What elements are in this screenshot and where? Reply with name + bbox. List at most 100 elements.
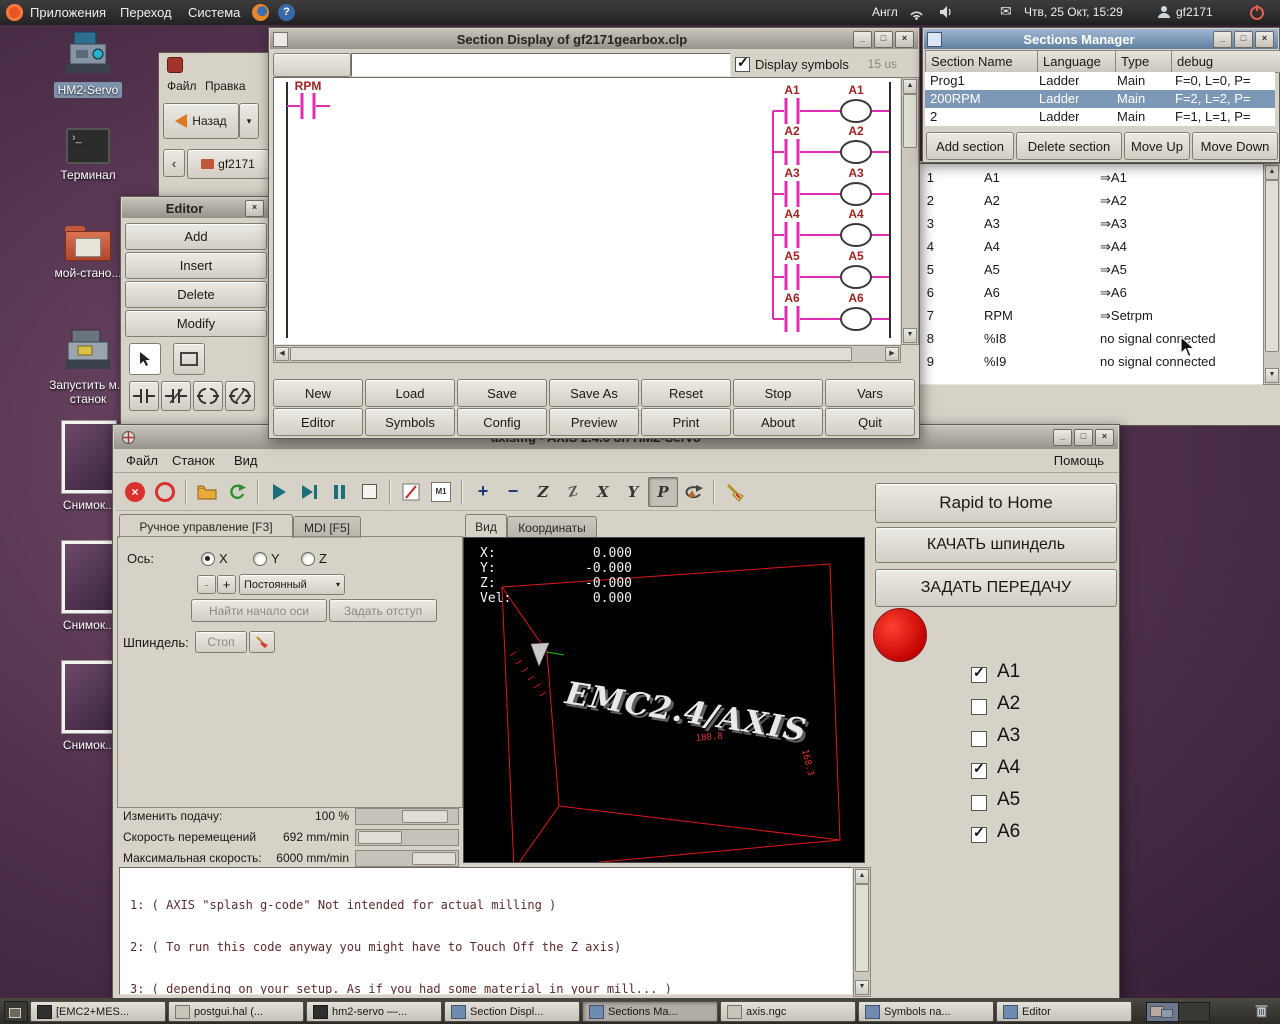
tab-preview[interactable]: Вид <box>465 514 507 538</box>
desktop-icon-hm2-servo[interactable]: HM2-Servo <box>38 28 138 98</box>
scroll-down-icon[interactable]: ▼ <box>1265 368 1279 383</box>
back-button[interactable]: Назад <box>163 103 239 139</box>
workspace-2[interactable] <box>1177 1003 1209 1021</box>
tool-coil-negated-button[interactable] <box>225 381 255 411</box>
scrollbar-thumb[interactable] <box>903 94 917 148</box>
spindle-stop-button[interactable]: Стоп <box>195 631 247 653</box>
view-top-icon[interactable]: Z <box>528 477 558 507</box>
column-header-language[interactable]: Language <box>1037 50 1122 73</box>
zoom-in-icon[interactable]: + <box>468 477 498 507</box>
maximize-icon[interactable]: □ <box>1234 30 1253 48</box>
checkbox-a1[interactable] <box>971 664 987 683</box>
taskbar-item-axis-ngc[interactable]: axis.ngc <box>720 1001 856 1022</box>
jog-plus-button[interactable]: + <box>217 575 236 594</box>
menu-system[interactable]: Система <box>188 5 240 20</box>
menu-machine[interactable]: Станок <box>172 453 215 468</box>
tool-coil-button[interactable] <box>193 381 223 411</box>
tab-mdi[interactable]: MDI [F5] <box>293 516 361 538</box>
symbols-row[interactable]: 7 RPM ⇒Setrpm <box>904 308 1264 331</box>
about-button[interactable]: About <box>733 408 823 436</box>
checkbox-a2[interactable] <box>971 699 987 715</box>
symbols-row[interactable]: 4 A4 ⇒A4 <box>904 239 1264 262</box>
maximize-icon[interactable]: □ <box>874 30 893 48</box>
print-button[interactable]: Print <box>641 408 731 436</box>
tab-dro[interactable]: Координаты <box>507 516 597 538</box>
clear-plot-icon[interactable] <box>720 477 750 507</box>
taskbar-item-postgui[interactable]: postgui.hal (... <box>168 1001 304 1022</box>
radio-axis-z[interactable] <box>301 552 315 566</box>
scroll-left-icon[interactable]: ◀ <box>275 347 289 361</box>
tool-contact-open-button[interactable] <box>129 381 159 411</box>
gcode-line[interactable]: 3: ( depending on your setup. As if you … <box>130 982 852 994</box>
reload-icon[interactable] <box>222 477 252 507</box>
ladder-hscrollbar[interactable]: ◀ ▶ <box>273 345 901 363</box>
vars-button[interactable]: Vars <box>825 379 915 407</box>
section-selector[interactable] <box>273 53 351 77</box>
taskbar-item-editor[interactable]: Editor <box>996 1001 1132 1022</box>
reset-button[interactable]: Reset <box>641 379 731 407</box>
menu-help[interactable]: Помощь <box>1054 453 1104 468</box>
workspace-1[interactable] <box>1147 1003 1178 1021</box>
sections-manager-titlebar[interactable]: Sections Manager _ □ × <box>924 29 1278 49</box>
scroll-up-icon[interactable]: ▲ <box>903 79 917 94</box>
load-button[interactable]: Load <box>365 379 455 407</box>
spindle-rock-button[interactable]: КАЧАТЬ шпиндель <box>875 527 1117 563</box>
editor-insert-button[interactable]: Insert <box>125 252 267 279</box>
trash-icon[interactable] <box>1254 1002 1270 1020</box>
close-icon[interactable]: × <box>1095 429 1114 446</box>
preview-button[interactable]: Preview <box>549 408 639 436</box>
close-icon[interactable]: × <box>245 199 264 217</box>
symbols-row[interactable]: 8 %I8 no signal connected <box>904 331 1264 354</box>
set-gear-button[interactable]: ЗАДАТЬ ПЕРЕДАЧУ <box>875 569 1117 607</box>
scroll-down-icon[interactable]: ▼ <box>903 328 917 343</box>
symbols-row[interactable]: 9 %I9 no signal connected <box>904 354 1264 377</box>
column-header-section-name[interactable]: Section Name <box>925 50 1044 73</box>
rotate-view-icon[interactable] <box>678 477 708 507</box>
new-button[interactable]: New <box>273 379 363 407</box>
save-as-button[interactable]: Save As <box>549 379 639 407</box>
config-button[interactable]: Config <box>457 408 547 436</box>
firefox-icon[interactable] <box>252 4 269 21</box>
power-icon[interactable] <box>1248 3 1266 21</box>
zoom-out-icon[interactable]: − <box>498 477 528 507</box>
history-prev-button[interactable]: ‹ <box>163 149 185 177</box>
clock[interactable]: Чтв, 25 Окт, 15:29 <box>1024 5 1123 19</box>
toggle-skip-lines-icon[interactable] <box>396 477 426 507</box>
tab-manual-control[interactable]: Ручное управление [F3] <box>119 514 293 538</box>
optional-stop-icon[interactable]: M1 <box>426 477 456 507</box>
network-icon[interactable] <box>908 4 925 21</box>
checkbox-a4[interactable] <box>971 760 987 779</box>
open-file-icon[interactable] <box>192 477 222 507</box>
rapid-to-home-button[interactable]: Rapid to Home <box>875 483 1117 523</box>
menu-file[interactable]: Файл <box>126 453 158 468</box>
close-icon[interactable]: × <box>895 30 914 48</box>
editor-delete-button[interactable]: Delete <box>125 281 267 308</box>
volume-icon[interactable] <box>938 4 955 21</box>
max-velocity-slider[interactable] <box>355 850 459 867</box>
machine-power-icon[interactable] <box>150 477 180 507</box>
gcode-line[interactable]: 2: ( To run this code anyway you might h… <box>130 940 852 954</box>
stop-icon[interactable] <box>354 477 384 507</box>
sections-table-row[interactable]: 2 Ladder Main F=1, L=1, P= <box>925 108 1275 126</box>
radio-axis-y[interactable] <box>253 552 267 566</box>
symbols-row[interactable]: 6 A6 ⇒A6 <box>904 285 1264 308</box>
taskbar-item-section-display[interactable]: Section Displ... <box>444 1001 580 1022</box>
move-up-button[interactable]: Move Up <box>1124 132 1190 160</box>
ladder-vscrollbar[interactable]: ▲ ▼ <box>901 77 919 345</box>
gcode-scrollbar[interactable]: ▲ ▼ <box>853 867 871 997</box>
slider-thumb[interactable] <box>358 831 402 844</box>
menu-view[interactable]: Вид <box>234 453 258 468</box>
delete-section-button[interactable]: Delete section <box>1016 132 1122 160</box>
jog-mode-dropdown[interactable]: Постоянный ▾ <box>239 574 345 595</box>
symbols-row[interactable]: 3 A3 ⇒A3 <box>904 216 1264 239</box>
scroll-up-icon[interactable]: ▲ <box>855 869 869 884</box>
gcode-listing[interactable]: 1: ( AXIS "splash g-code" Not intended f… <box>119 867 853 995</box>
symbols-list[interactable]: 1 A1 ⇒A1 2 A2 ⇒A2 3 A3 ⇒A3 4 A4 ⇒A4 5 A5… <box>903 163 1265 385</box>
jog-speed-slider[interactable] <box>355 829 459 846</box>
rung-comment-entry[interactable] <box>351 53 731 77</box>
workspace-switcher[interactable] <box>1146 1002 1210 1022</box>
minimize-icon[interactable]: _ <box>1053 429 1072 446</box>
move-down-button[interactable]: Move Down <box>1192 132 1278 160</box>
pause-icon[interactable] <box>324 477 354 507</box>
sections-table-row[interactable]: Prog1 Ladder Main F=0, L=0, P= <box>925 72 1275 90</box>
